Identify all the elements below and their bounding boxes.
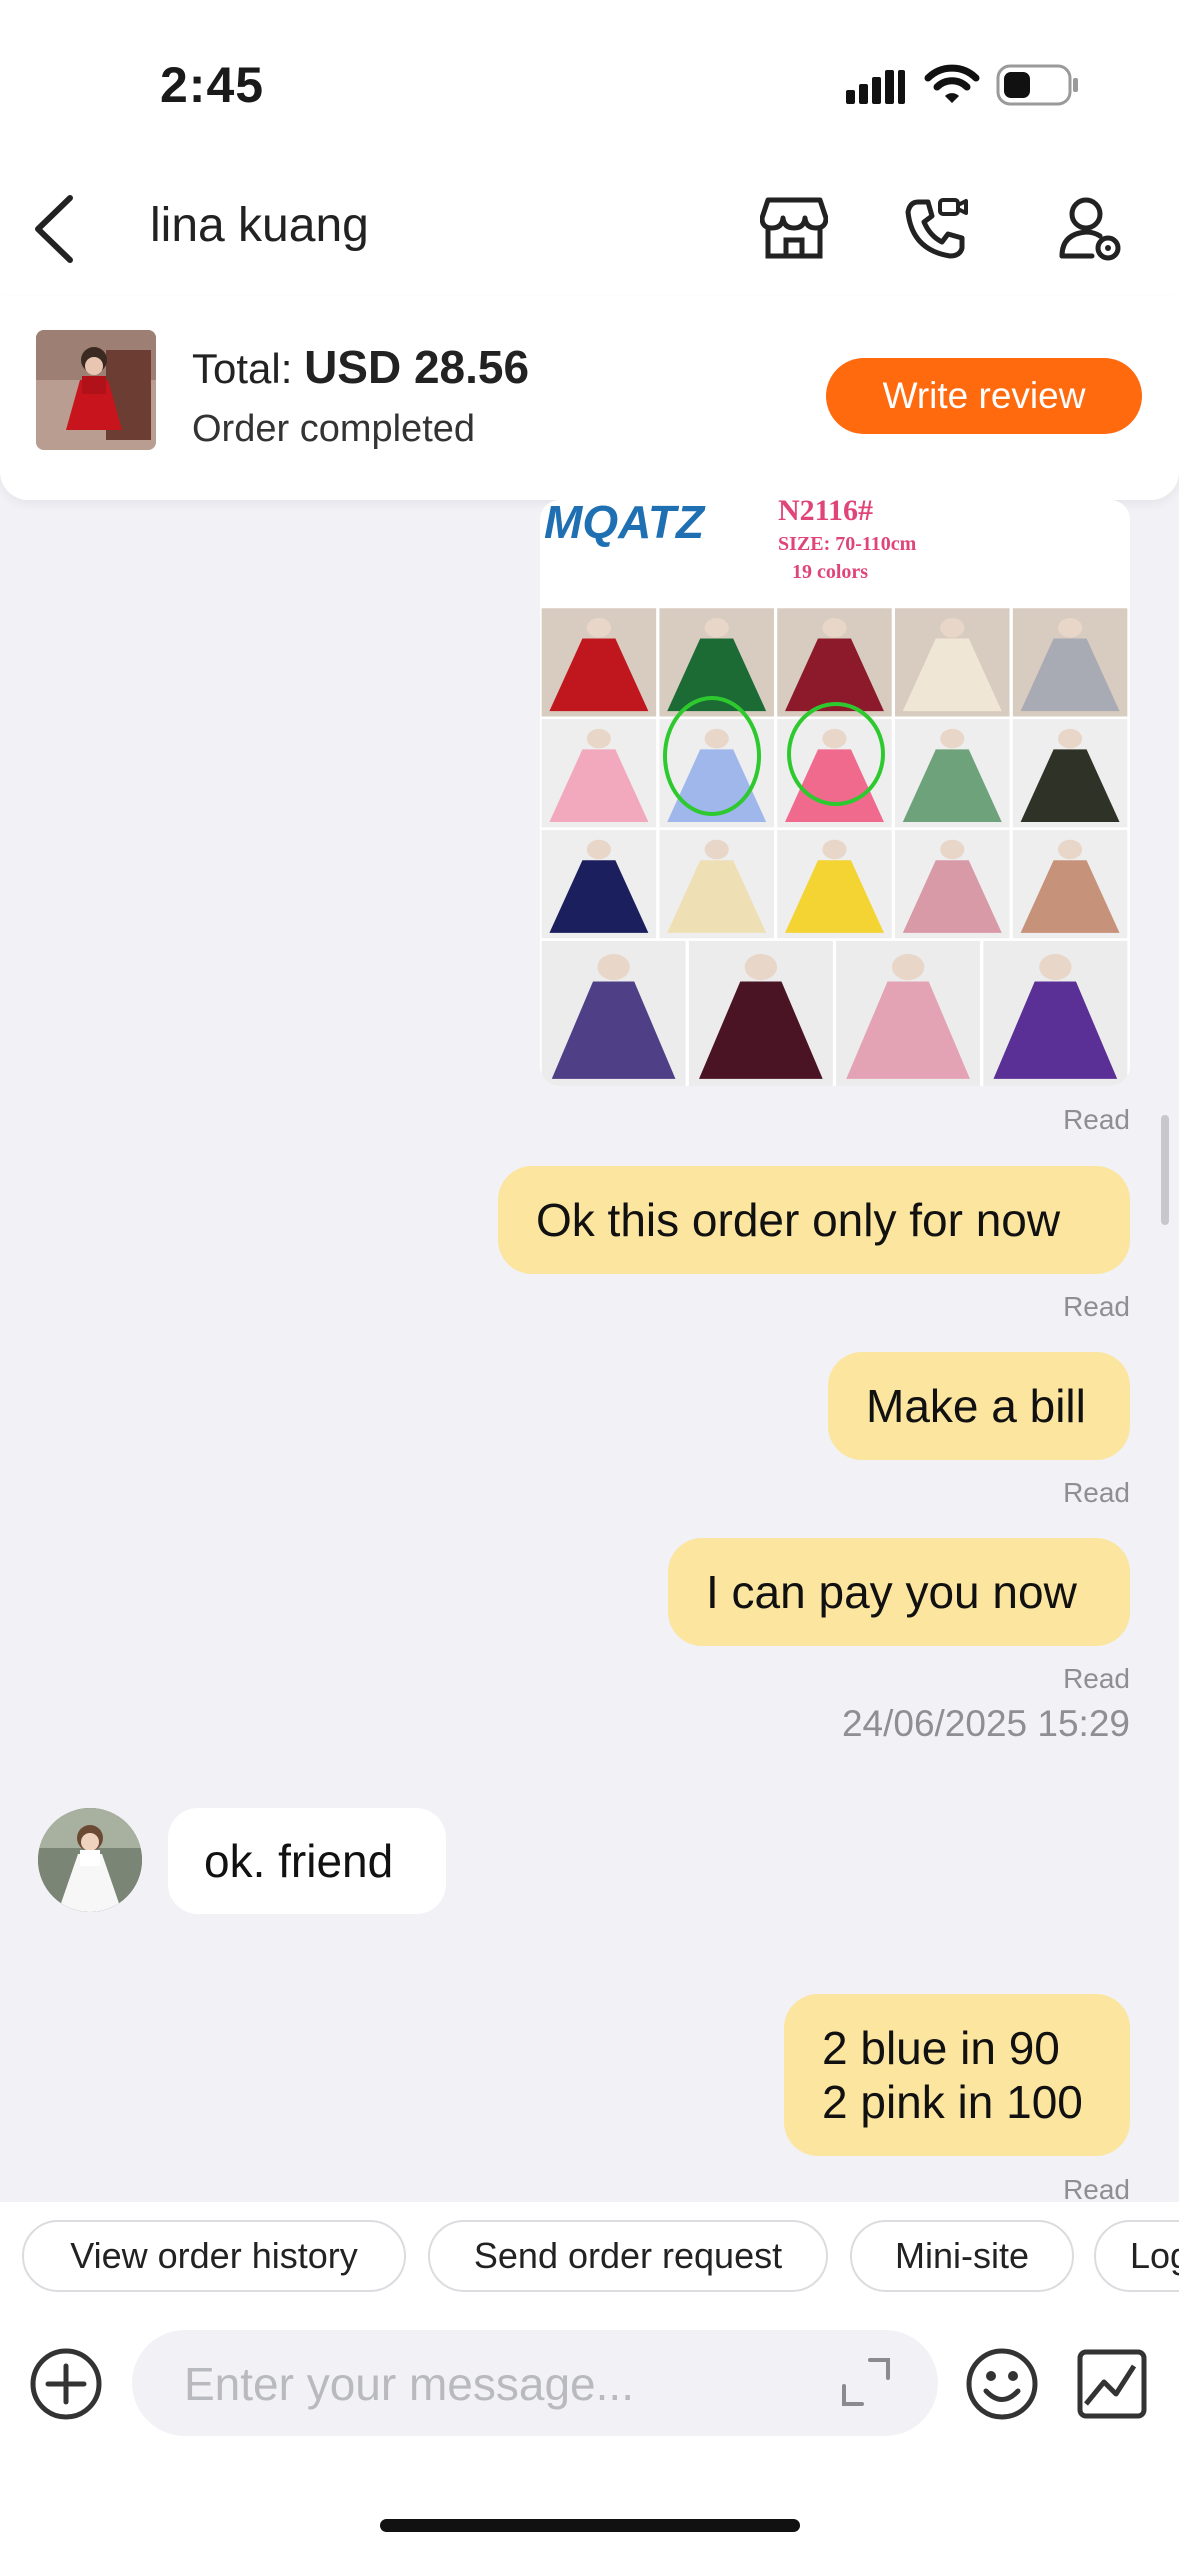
product-catalog-image[interactable]: MQATZ N2116# SIZE: 70-110cm 19 colors <box>540 500 1130 1086</box>
wifi-icon <box>924 62 980 106</box>
status-time: 2:45 <box>160 57 265 113</box>
catalog-colors: 19 colors <box>792 561 868 583</box>
log-chip-label: Log <box>1130 2235 1179 2276</box>
add-plus-icon[interactable] <box>28 2346 104 2422</box>
contact-name: lina kuang <box>150 199 369 252</box>
store-icon[interactable] <box>760 196 828 260</box>
message-input[interactable] <box>182 2330 826 2438</box>
catalog-brand: MQATZ <box>544 500 706 548</box>
user-settings-icon[interactable] <box>1058 196 1124 262</box>
incoming-message-bubble[interactable]: ok. friend <box>168 1808 446 1914</box>
expand-icon[interactable] <box>838 2354 894 2410</box>
total-label: Total: <box>192 345 293 392</box>
message-bubble[interactable]: I can pay you now <box>668 1538 1130 1646</box>
message-bubble[interactable]: Ok this order only for now <box>498 1166 1130 1274</box>
emoji-icon[interactable] <box>964 2346 1040 2422</box>
scrollbar[interactable] <box>1161 1115 1169 1225</box>
contact-avatar[interactable] <box>38 1808 142 1912</box>
view-order-history-chip[interactable]: View order history <box>22 2220 406 2292</box>
product-thumbnail[interactable] <box>36 330 156 450</box>
signal-icon <box>846 66 906 106</box>
catalog-model: N2116# <box>778 500 873 527</box>
read-receipt: Read <box>1063 1663 1130 1694</box>
order-total: Total: USD 28.56 <box>192 340 529 394</box>
image-gallery-icon[interactable] <box>1076 2348 1148 2420</box>
read-receipt: Read <box>1063 1477 1130 1508</box>
mini-site-chip[interactable]: Mini-site <box>850 2220 1074 2292</box>
send-order-request-chip[interactable]: Send order request <box>428 2220 828 2292</box>
battery-icon <box>996 64 1080 106</box>
order-status: Order completed <box>192 408 476 450</box>
video-call-icon[interactable] <box>904 196 970 260</box>
total-value: USD 28.56 <box>304 341 530 393</box>
message-line: 2 blue in 90 <box>822 2022 1060 2074</box>
write-review-button[interactable]: Write review <box>826 358 1142 434</box>
message-input-container <box>132 2330 938 2438</box>
message-bubble[interactable]: 2 blue in 90 2 pink in 100 <box>784 1994 1130 2156</box>
log-chip[interactable]: Log <box>1094 2220 1179 2292</box>
read-receipt: Read <box>1063 1291 1130 1322</box>
back-arrow-icon[interactable] <box>30 194 78 264</box>
message-line: 2 pink in 100 <box>822 2076 1083 2128</box>
catalog-size: SIZE: 70-110cm <box>778 533 917 555</box>
read-receipt: Read <box>1063 1104 1130 1135</box>
message-timestamp: 24/06/2025 15:29 <box>841 1703 1130 1744</box>
home-indicator[interactable] <box>380 2519 800 2532</box>
message-bubble[interactable]: Make a bill <box>828 1352 1130 1460</box>
